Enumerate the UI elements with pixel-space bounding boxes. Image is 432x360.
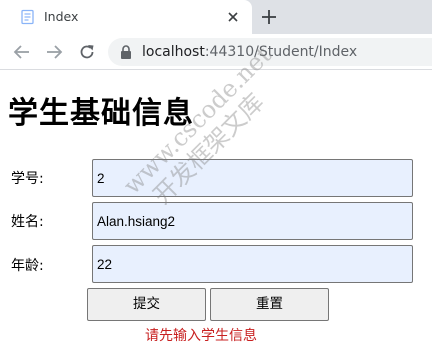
page-favicon-icon [21,9,34,25]
reset-button[interactable]: 重置 [210,288,329,321]
url-text: localhost:44310/Student/Index [142,43,357,61]
forward-arrow-icon[interactable] [44,42,64,62]
tab-strip: Index [0,0,432,34]
student-id-input[interactable] [92,159,413,197]
student-age-label: 年龄: [11,258,44,274]
url-path: :44310/Student/Index [204,44,358,60]
validation-message: 请先输入学生信息 [145,328,257,344]
reload-icon[interactable] [77,42,97,62]
student-name-label: 姓名: [11,214,44,230]
back-arrow-icon[interactable] [12,42,32,62]
submit-button[interactable]: 提交 [87,288,206,321]
lock-icon[interactable] [120,45,132,59]
page-title: 学生基础信息 [8,96,194,131]
plus-icon[interactable] [258,6,280,28]
browser-tab[interactable]: Index [0,0,252,34]
url-host: localhost [142,44,205,60]
student-age-input[interactable] [92,245,413,283]
tab-title: Index [44,9,79,24]
browser-toolbar: localhost:44310/Student/Index [0,34,432,70]
student-name-input[interactable] [92,202,413,240]
address-bar[interactable]: localhost:44310/Student/Index [108,38,432,66]
student-id-label: 学号: [11,171,44,187]
close-icon[interactable] [224,8,242,26]
